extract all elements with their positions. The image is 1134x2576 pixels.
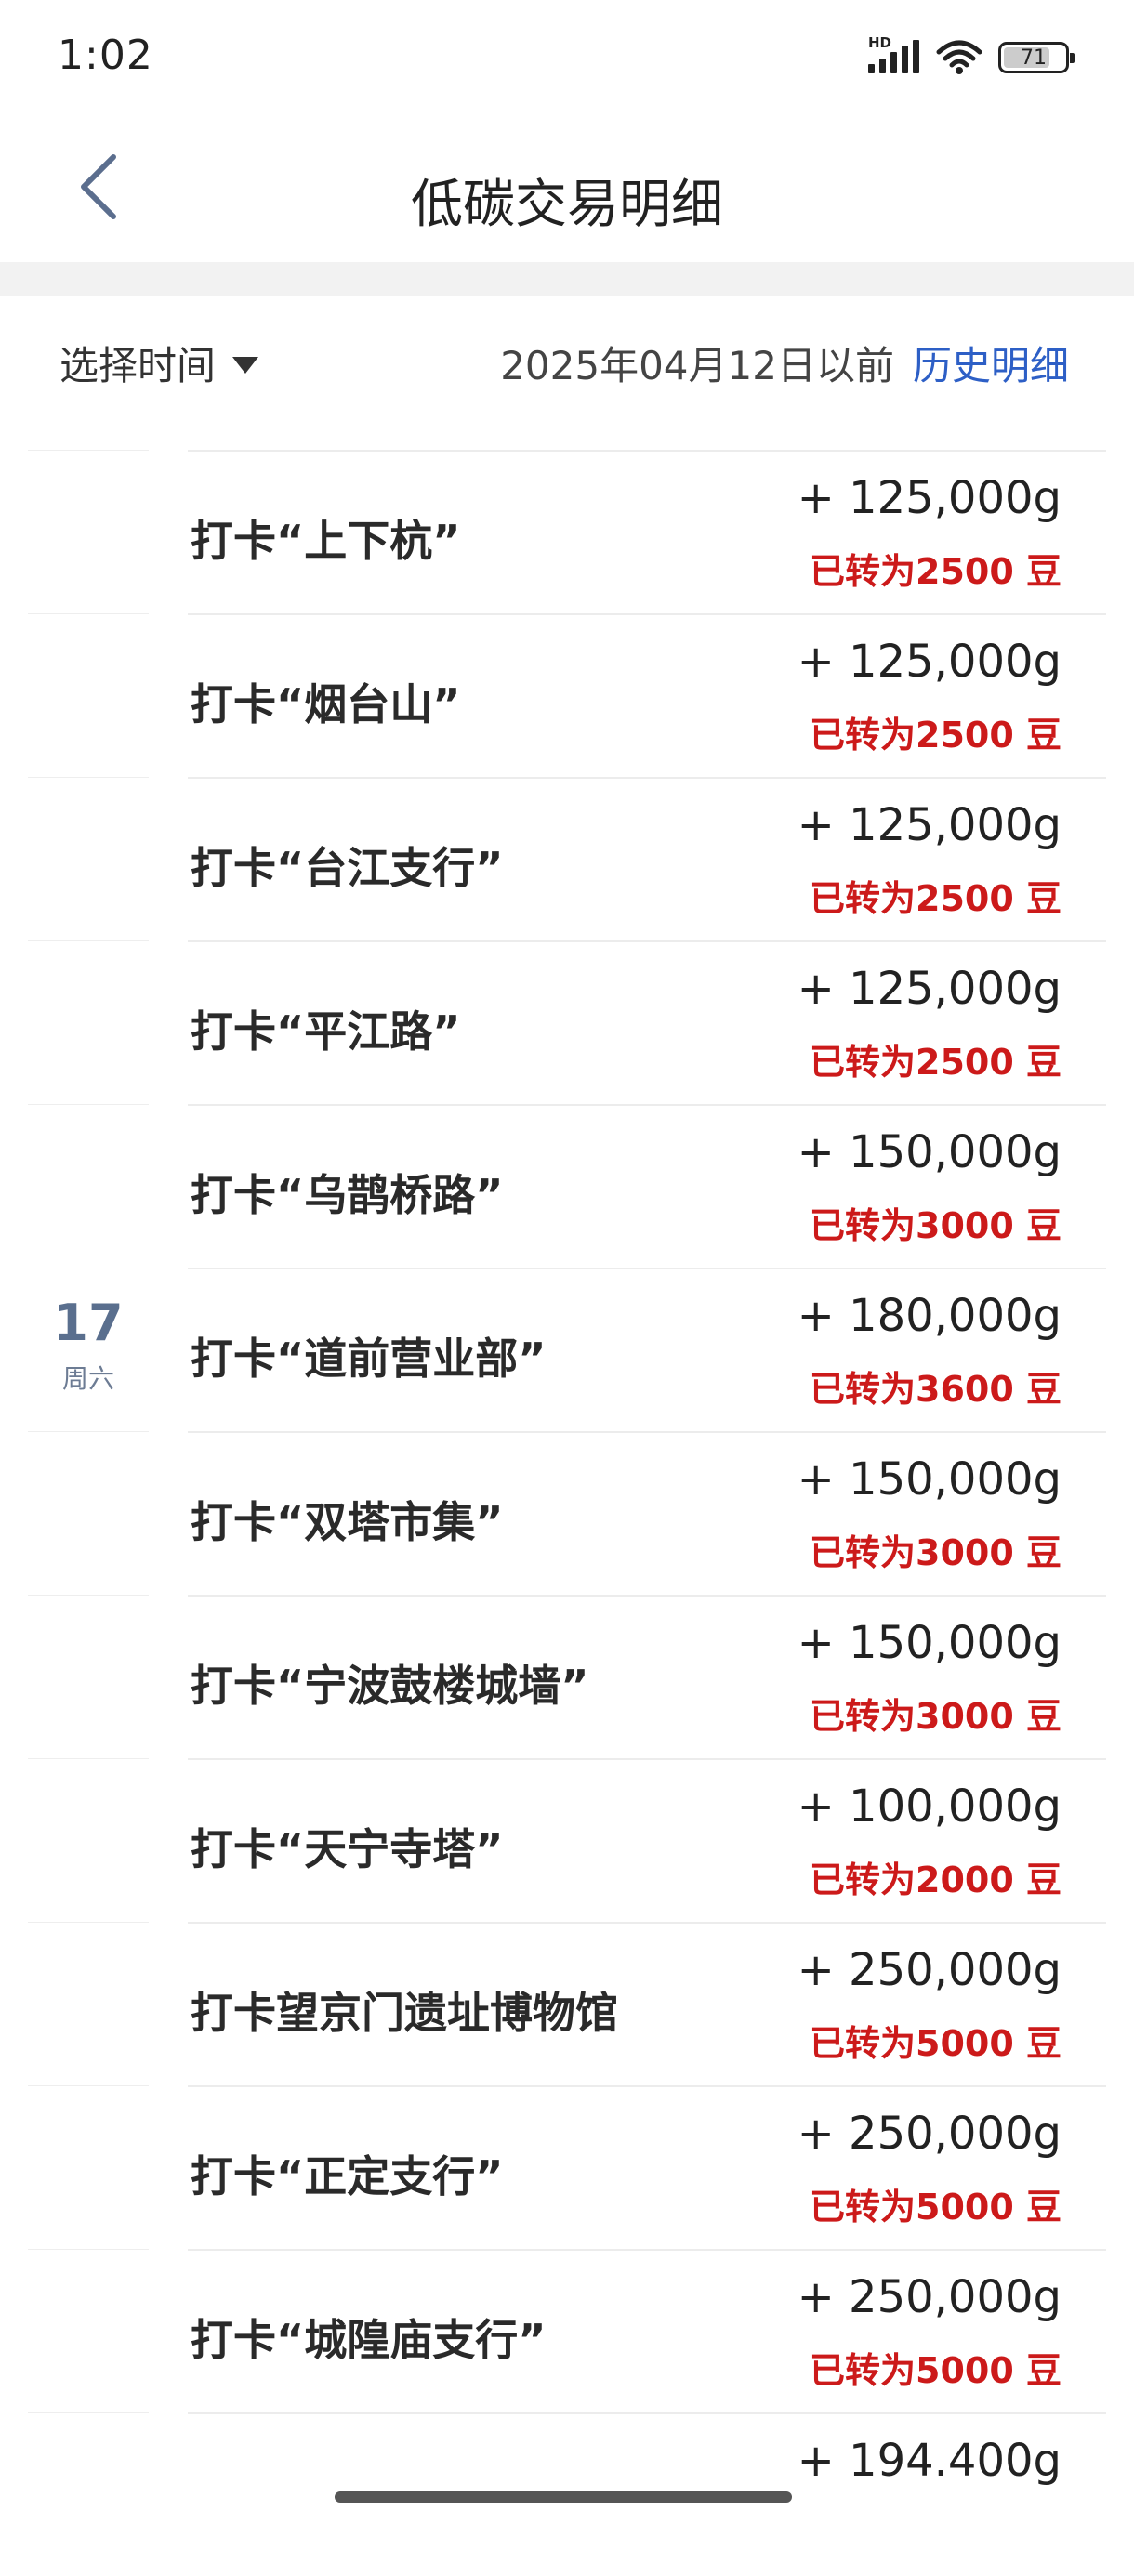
transaction-name: 打卡“上下杭” <box>191 516 461 566</box>
row-separator <box>188 940 1106 942</box>
row-separator <box>188 1922 1106 1924</box>
converted-beans: 已转为2500 豆 <box>810 551 1061 592</box>
transaction-row[interactable]: 打卡“双塔市集” + 150,000g 已转为3000 豆 <box>0 1431 1134 1595</box>
transaction-name: 打卡“乌鹊桥路” <box>191 1170 504 1220</box>
page-title: 低碳交易明细 <box>411 175 723 235</box>
transaction-row[interactable]: 打卡“上下杭” + 125,000g 已转为2500 豆 <box>0 450 1134 613</box>
row-separator <box>28 2249 149 2250</box>
history-details-link[interactable]: 历史明细 <box>913 335 1069 391</box>
transaction-name: 打卡望京门遗址博物馆 <box>191 1988 618 2038</box>
transaction-row[interactable]: 打卡“乌鹊桥路” + 150,000g 已转为3000 豆 <box>0 1104 1134 1268</box>
status-icons: HD 71 <box>868 34 1075 78</box>
transaction-amount: + 250,000g <box>797 2271 1061 2323</box>
row-separator <box>28 1595 149 1596</box>
status-time: 1:02 <box>58 32 153 79</box>
transaction-row[interactable]: 打卡望京门遗址博物馆 + 250,000g 已转为5000 豆 <box>0 1922 1134 2085</box>
transaction-row[interactable]: 打卡“天宁寺塔” + 100,000g 已转为2000 豆 <box>0 1758 1134 1922</box>
battery-icon: 71 <box>998 42 1075 73</box>
transaction-name: 打卡“宁波鼓楼城墙” <box>191 1661 589 1711</box>
transaction-row[interactable]: 打卡“正定支行” + 250,000g 已转为5000 豆 <box>0 2085 1134 2249</box>
row-separator <box>28 1104 149 1105</box>
transaction-amount: + 125,000g <box>797 472 1061 524</box>
day-number: 17 <box>53 1294 124 1352</box>
transaction-name: 打卡“天宁寺塔” <box>191 1824 504 1874</box>
nav-bar: 低碳交易明细 <box>0 116 1134 262</box>
transaction-amount: + 150,000g <box>797 1453 1061 1505</box>
row-separator <box>28 1758 149 1759</box>
transaction-amount: + 250,000g <box>797 1944 1061 1996</box>
row-separator <box>188 2412 1106 2414</box>
history-note: 2025年04月12日以前 历史明细 <box>500 335 1069 391</box>
row-separator <box>28 2412 149 2413</box>
transaction-name: 打卡“城隍庙支行” <box>191 2315 547 2365</box>
row-separator <box>188 1595 1106 1597</box>
status-bar: 1:02 HD 71 <box>0 0 1134 116</box>
row-separator <box>28 940 149 941</box>
converted-beans: 已转为2500 豆 <box>810 1042 1061 1083</box>
row-separator <box>28 1431 149 1432</box>
before-date-text: 2025年04月12日以前 <box>500 343 894 388</box>
converted-beans: 已转为2500 豆 <box>810 878 1061 919</box>
transaction-amount: + 250,000g <box>797 2108 1061 2160</box>
converted-beans: 已转为3600 豆 <box>810 1369 1061 1410</box>
converted-beans: 已转为3000 豆 <box>810 1532 1061 1573</box>
row-separator <box>188 777 1106 779</box>
hd-label: HD <box>868 34 892 51</box>
date-marker: 17 周六 <box>28 1295 149 1396</box>
row-separator <box>28 450 149 451</box>
triangle-down-icon <box>232 356 259 374</box>
row-separator <box>188 613 1106 615</box>
cellular-signal-icon: HD <box>868 34 920 77</box>
home-indicator[interactable] <box>335 2491 792 2503</box>
transaction-name: 打卡“烟台山” <box>191 679 461 729</box>
battery-level: 71 <box>1021 46 1047 70</box>
transaction-amount: + 125,000g <box>797 636 1061 688</box>
transaction-amount: + 125,000g <box>797 963 1061 1015</box>
row-separator <box>28 777 149 778</box>
row-separator <box>188 2249 1106 2251</box>
wifi-icon <box>936 40 982 74</box>
transaction-amount: + 180,000g <box>797 1290 1061 1342</box>
row-separator <box>188 1104 1106 1106</box>
transaction-name: 打卡“正定支行” <box>191 2151 504 2201</box>
select-time-dropdown[interactable]: 选择时间 <box>59 335 259 391</box>
transaction-name: 打卡“台江支行” <box>191 843 504 893</box>
transaction-name: 打卡“平江路” <box>191 1006 461 1057</box>
row-separator <box>188 450 1106 452</box>
converted-beans: 已转为5000 豆 <box>810 2350 1061 2391</box>
transaction-list: 打卡“上下杭” + 125,000g 已转为2500 豆打卡“烟台山” + 125,0… <box>0 450 1134 2576</box>
transaction-amount: + 125,000g <box>797 799 1061 851</box>
transaction-row[interactable]: 17 周六 打卡“道前营业部” + 180,000g 已转为3600 豆 <box>0 1268 1134 1431</box>
converted-beans: 已转为3000 豆 <box>810 1205 1061 1246</box>
converted-beans: 已转为5000 豆 <box>810 2187 1061 2228</box>
transaction-name: 打卡“道前营业部” <box>191 1334 547 1384</box>
transaction-amount: + 100,000g <box>797 1781 1061 1833</box>
transaction-row[interactable]: 打卡“烟台山” + 125,000g 已转为2500 豆 <box>0 613 1134 777</box>
converted-beans: 已转为3000 豆 <box>810 1696 1061 1737</box>
transaction-row[interactable]: 打卡“平江路” + 125,000g 已转为2500 豆 <box>0 940 1134 1104</box>
row-separator <box>188 1758 1106 1760</box>
transaction-amount: + 150,000g <box>797 1617 1061 1669</box>
row-separator <box>188 1431 1106 1433</box>
converted-beans: 已转为2500 豆 <box>810 715 1061 756</box>
transaction-row[interactable]: 打卡“台江支行” + 125,000g 已转为2500 豆 <box>0 777 1134 940</box>
row-separator <box>188 2085 1106 2087</box>
row-separator <box>28 2085 149 2086</box>
converted-beans: 已转为2000 豆 <box>810 1860 1061 1900</box>
converted-beans: 已转为5000 豆 <box>810 2023 1061 2064</box>
section-divider <box>0 262 1134 296</box>
select-time-label: 选择时间 <box>59 343 217 388</box>
transaction-name: 打卡“双塔市集” <box>191 1497 504 1547</box>
transaction-row[interactable]: 打卡“城隍庙支行” + 250,000g 已转为5000 豆 <box>0 2249 1134 2412</box>
filter-bar: 选择时间 2025年04月12日以前 历史明细 <box>0 296 1134 435</box>
row-separator <box>28 613 149 614</box>
weekday-label: 周六 <box>61 1363 114 1394</box>
row-separator <box>188 1268 1106 1269</box>
transaction-amount: + 194.400g <box>797 2435 1061 2487</box>
transaction-row[interactable]: 打卡“宁波鼓楼城墙” + 150,000g 已转为3000 豆 <box>0 1595 1134 1758</box>
row-separator <box>28 1922 149 1923</box>
transaction-amount: + 150,000g <box>797 1126 1061 1178</box>
